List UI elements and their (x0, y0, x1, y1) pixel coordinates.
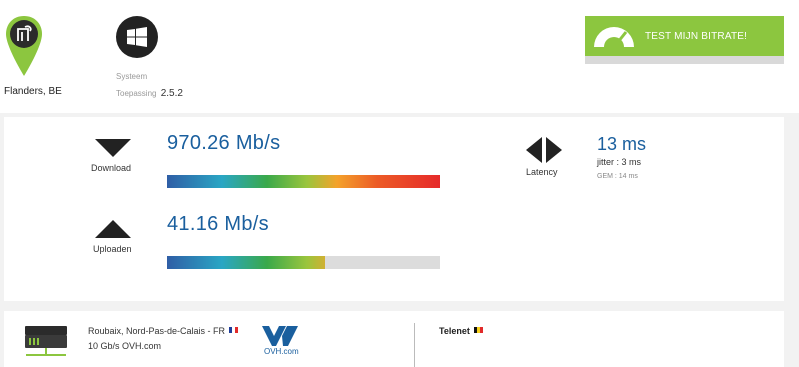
test-bitrate-label: TEST MIJN BITRATE! (645, 31, 748, 42)
jitter-value: jitter : 3 ms (597, 157, 642, 167)
download-bar-track (167, 175, 440, 188)
application-label: Toepassing (116, 89, 157, 98)
location-label: Flanders, BE (4, 86, 62, 97)
isp-name: Telenet (439, 326, 470, 336)
upload-label: Uploaden (93, 244, 132, 254)
latency-icon (526, 137, 562, 163)
results-panel: Download 970.26 Mb/s Uploaden 41.16 Mb/s… (4, 117, 784, 301)
server-panel: Roubaix, Nord-Pas-de-Calais - FR 10 Gb/s… (4, 311, 784, 367)
latency-label: Latency (526, 167, 558, 177)
upload-arrow-icon (95, 220, 131, 238)
upload-bar-track (167, 256, 440, 269)
belgium-flag-icon (473, 327, 483, 333)
ovh-logo-text: OVH.com (264, 347, 299, 356)
speedometer-icon (594, 27, 634, 48)
upload-value: 41.16 Mb/s (167, 213, 269, 235)
server-host: 10 Gb/s OVH.com (88, 341, 162, 351)
download-label: Download (91, 163, 132, 173)
test-bitrate-button[interactable]: TEST MIJN BITRATE! (585, 16, 784, 56)
test-button-underline (585, 56, 784, 64)
server-divider (414, 323, 415, 367)
server-location: Roubaix, Nord-Pas-de-Calais - FR (88, 326, 226, 336)
server-icon (25, 326, 67, 356)
average-latency: GEM : 14 ms (597, 173, 638, 180)
system-label: Systeem (116, 72, 148, 81)
download-value: 970.26 Mb/s (167, 132, 281, 154)
isp-row: Telenet (439, 326, 483, 336)
header-area: Flanders, BE Systeem Toepassing 2.5.2 TE… (0, 0, 799, 113)
speedtest-page: Flanders, BE Systeem Toepassing 2.5.2 TE… (0, 0, 799, 367)
server-location-row: Roubaix, Nord-Pas-de-Calais - FR (88, 326, 239, 336)
application-row: Toepassing 2.5.2 (116, 88, 183, 99)
download-bar-fill (167, 175, 440, 188)
map-pin-icon (6, 16, 42, 76)
ovh-logo-icon (262, 326, 298, 346)
windows-logo-icon (116, 16, 158, 58)
download-arrow-icon (95, 139, 131, 157)
application-version: 2.5.2 (160, 88, 183, 99)
upload-bar-fill (167, 256, 325, 269)
latency-value: 13 ms (597, 134, 647, 154)
france-flag-icon (229, 327, 239, 333)
